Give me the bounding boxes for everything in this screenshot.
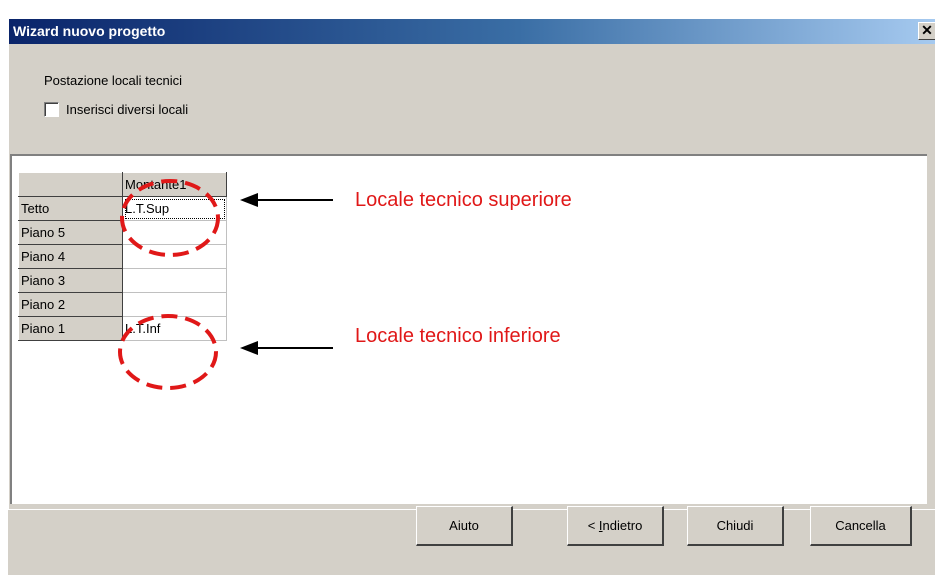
bottom-highlight-ellipse — [118, 314, 218, 390]
close-button[interactable]: Chiudi — [687, 506, 784, 546]
annotation-top: Locale tecnico superiore — [355, 189, 572, 211]
annotation-overlay — [118, 179, 333, 390]
help-button[interactable]: Aiuto — [416, 506, 513, 546]
back-button[interactable]: < Indietro — [567, 506, 664, 546]
annotation-bottom: Locale tecnico inferiore — [355, 325, 561, 347]
bottom-arrow-icon — [240, 341, 258, 355]
back-prefix: < — [587, 518, 599, 533]
top-highlight-ellipse — [120, 179, 220, 257]
top-arrow-icon — [240, 193, 258, 207]
cancel-button[interactable]: Cancella — [810, 506, 912, 546]
back-rest: ndietro — [602, 518, 643, 533]
